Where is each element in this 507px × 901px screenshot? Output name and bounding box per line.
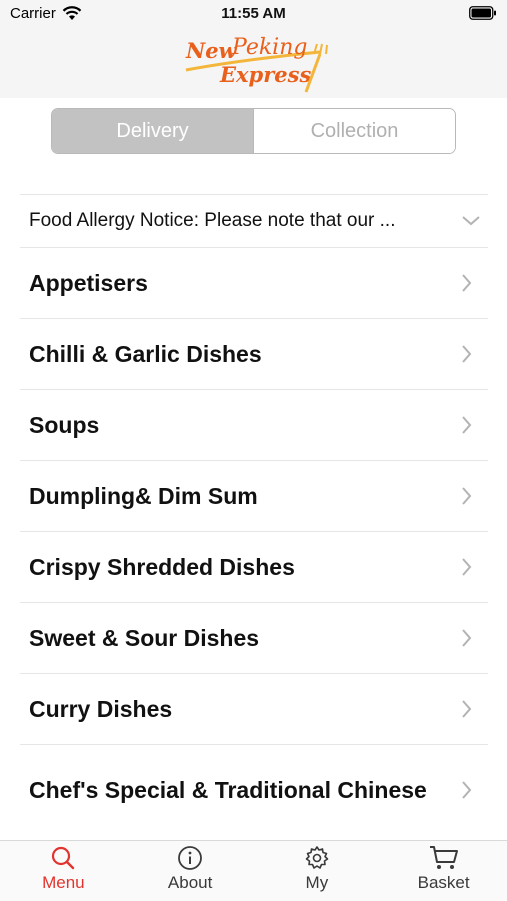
allergy-notice-text: Food Allergy Notice: Please note that ou… [29,210,396,231]
svg-text:New: New [185,38,238,63]
tab-bar: Menu About My Basket [0,840,507,901]
category-label: Chilli & Garlic Dishes [29,341,262,367]
svg-text:Express: Express [219,62,311,87]
clock: 11:55 AM [221,5,286,22]
category-label: Appetisers [29,270,148,296]
chevron-right-icon [462,629,472,647]
tab-my[interactable]: My [254,841,381,901]
category-label: Chef's Special & Traditional Chinese [29,777,427,803]
tab-menu[interactable]: Menu [0,841,127,901]
tab-about[interactable]: About [127,841,254,901]
category-curry[interactable]: Curry Dishes [20,673,488,744]
category-label: Crispy Shredded Dishes [29,554,295,580]
tab-label: Menu [42,873,85,892]
category-soups[interactable]: Soups [20,389,488,460]
chevron-right-icon [462,274,472,292]
category-label: Dumpling& Dim Sum [29,483,258,509]
category-list: Food Allergy Notice: Please note that ou… [20,194,488,835]
chevron-right-icon [462,700,472,718]
category-sweet-sour[interactable]: Sweet & Sour Dishes [20,602,488,673]
chevron-right-icon [462,487,472,505]
status-bar: Carrier 11:55 AM [0,0,507,28]
category-chefs-special[interactable]: Chef's Special & Traditional Chinese [20,744,488,835]
chevron-right-icon [462,416,472,434]
restaurant-logo: New Peking Express [185,35,328,93]
chevron-right-icon [462,345,472,363]
order-mode-toggle: Delivery Collection [51,108,456,154]
chevron-right-icon [462,558,472,576]
cart-icon [429,846,458,869]
category-label: Sweet & Sour Dishes [29,625,260,651]
category-chilli-garlic[interactable]: Chilli & Garlic Dishes [20,318,488,389]
category-appetisers[interactable]: Appetisers [20,247,488,318]
battery-icon [469,6,496,20]
chevron-down-icon [462,216,480,226]
info-icon [178,846,203,870]
search-icon [52,846,75,870]
gear-icon [305,846,329,869]
category-label: Curry Dishes [29,696,173,722]
category-dumpling-dim-sum[interactable]: Dumpling& Dim Sum [20,460,488,531]
tab-basket[interactable]: Basket [380,841,507,901]
collection-option[interactable]: Collection [254,109,455,153]
category-crispy-shredded[interactable]: Crispy Shredded Dishes [20,531,488,602]
svg-text:Peking: Peking [231,35,307,60]
allergy-notice[interactable]: Food Allergy Notice: Please note that ou… [20,195,488,247]
tab-label: About [167,873,213,892]
tab-label: My [305,873,329,892]
tab-label: Basket [417,873,470,892]
category-label: Soups [29,412,100,438]
delivery-option[interactable]: Delivery [52,109,254,153]
chevron-right-icon [462,781,472,799]
app-header: New Peking Express [0,28,507,98]
